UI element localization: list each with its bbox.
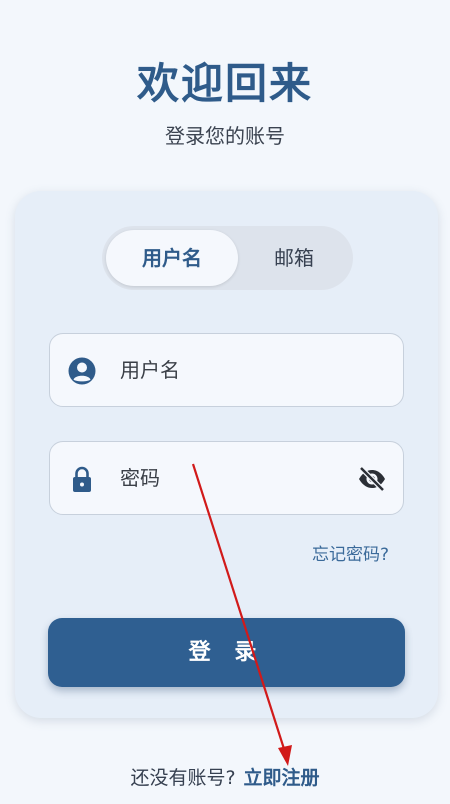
username-field[interactable]	[49, 333, 404, 407]
forgot-password-link[interactable]: 忘记密码?	[312, 540, 389, 565]
password-field[interactable]	[49, 441, 404, 515]
register-question: 还没有账号?	[130, 767, 236, 789]
page-subtitle: 登录您的账号	[165, 124, 285, 148]
register-prompt: 还没有账号? 立即注册	[0, 763, 450, 790]
login-method-tabs: 用户名 邮箱	[102, 226, 353, 290]
user-icon	[68, 357, 96, 385]
lock-icon	[73, 466, 91, 492]
tab-email[interactable]: 邮箱	[238, 230, 350, 286]
tab-username[interactable]: 用户名	[106, 230, 238, 286]
eye-off-icon[interactable]	[357, 464, 387, 494]
register-link[interactable]: 立即注册	[244, 767, 320, 789]
username-input[interactable]	[120, 334, 350, 406]
login-button[interactable]: 登 录	[48, 618, 405, 687]
page-title: 欢迎回来	[136, 59, 313, 108]
password-input[interactable]	[120, 442, 350, 514]
login-page: 欢迎回来 登录您的账号 用户名 邮箱 忘记密码? 登 录 还没有账号	[0, 0, 450, 804]
